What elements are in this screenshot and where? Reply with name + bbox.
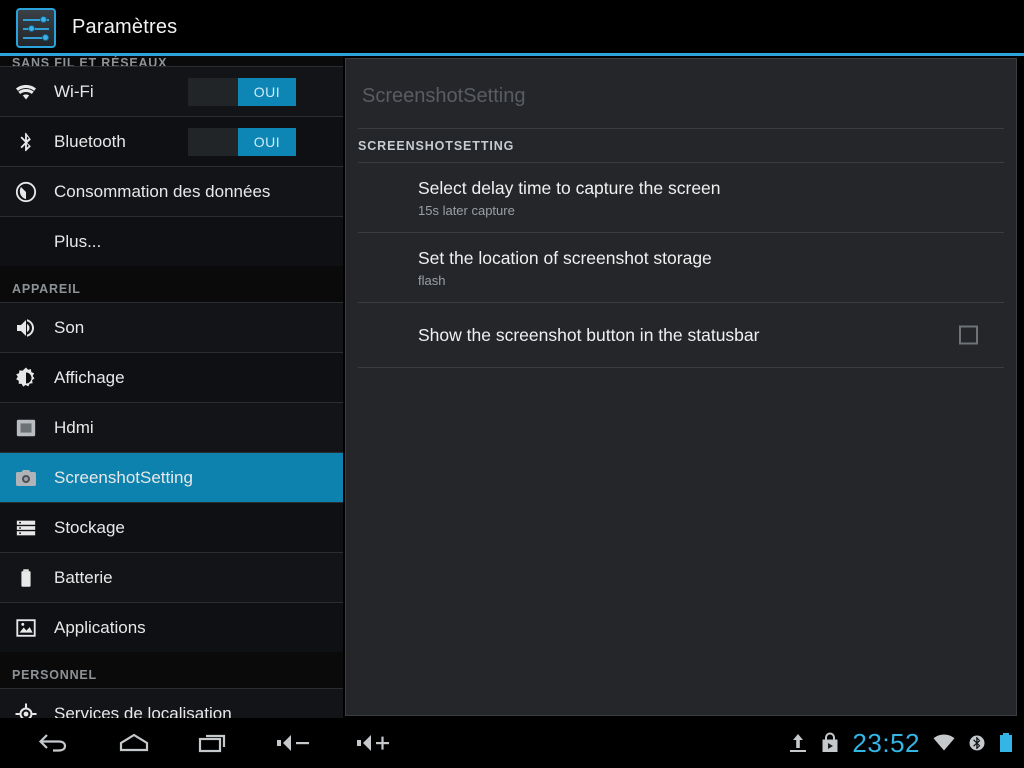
bluetooth-icon xyxy=(12,128,40,156)
wifi-icon xyxy=(12,78,40,106)
sidebar-section-device: APPAREIL xyxy=(12,282,81,296)
storage-icon xyxy=(12,514,40,542)
sidebar-item-label: Services de localisation xyxy=(54,703,232,719)
preferences-panel: ScreenshotSetting SCREENSHOTSETTING Sele… xyxy=(345,58,1017,716)
sidebar-item-data-usage[interactable]: Consommation des données xyxy=(0,167,343,216)
sidebar-item-label: Wi-Fi xyxy=(54,81,94,101)
sidebar-item-label: Stockage xyxy=(54,517,125,537)
sidebar-item-label: ScreenshotSetting xyxy=(54,467,193,487)
volume-down-icon[interactable] xyxy=(254,718,334,768)
sidebar-item-label: Batterie xyxy=(54,567,113,587)
display-brightness-icon xyxy=(12,364,40,392)
applications-icon xyxy=(12,614,40,642)
sidebar-item-storage[interactable]: Stockage xyxy=(0,503,343,552)
camera-icon xyxy=(12,464,40,492)
toggle-state-label: OUI xyxy=(238,127,296,156)
recents-icon[interactable] xyxy=(174,718,254,768)
toggle-state-label: OUI xyxy=(238,77,296,106)
settings-sidebar[interactable]: SANS FIL ET RÉSEAUX Wi-Fi OUI Bluetooth … xyxy=(0,56,343,718)
location-icon xyxy=(12,700,40,718)
show-screenshot-button-checkbox[interactable] xyxy=(959,325,978,345)
pref-screenshot-storage-location[interactable]: Set the location of screenshot storage f… xyxy=(346,233,1016,302)
sidebar-section-personal: PERSONNEL xyxy=(12,668,97,682)
divider xyxy=(358,367,1004,368)
settings-screen: Paramètres SANS FIL ET RÉSEAUX Wi-Fi OUI… xyxy=(0,0,1024,768)
sidebar-item-hdmi[interactable]: Hdmi xyxy=(0,403,343,452)
volume-up-icon[interactable] xyxy=(334,718,414,768)
pref-summary: flash xyxy=(418,273,446,288)
settings-sliders-icon xyxy=(16,7,56,48)
play-store-icon[interactable] xyxy=(820,732,840,754)
navigation-keys xyxy=(14,718,414,768)
battery-status-icon xyxy=(998,732,1014,754)
sidebar-item-label: Son xyxy=(54,317,85,337)
battery-icon xyxy=(12,564,40,592)
sidebar-item-applications[interactable]: Applications xyxy=(0,603,343,652)
pref-title: Show the screenshot button in the status… xyxy=(418,324,760,345)
sidebar-item-label: Affichage xyxy=(54,367,125,387)
data-usage-icon xyxy=(12,178,40,206)
page-title: Paramètres xyxy=(72,16,178,38)
sidebar-item-wifi[interactable]: Wi-Fi OUI xyxy=(0,67,343,116)
system-navigation-bar: 23:52 xyxy=(0,718,1024,768)
pref-select-delay-time[interactable]: Select delay time to capture the screen … xyxy=(346,163,1016,232)
wifi-toggle[interactable]: OUI xyxy=(188,77,296,106)
sidebar-item-label: Hdmi xyxy=(54,417,94,437)
action-bar: Paramètres xyxy=(0,0,1024,55)
pref-title: Set the location of screenshot storage xyxy=(418,248,712,268)
sidebar-item-location-services[interactable]: Services de localisation xyxy=(0,689,343,718)
back-icon[interactable] xyxy=(14,718,94,768)
pref-show-screenshot-button[interactable]: Show the screenshot button in the status… xyxy=(346,303,1016,367)
bluetooth-toggle[interactable]: OUI xyxy=(188,127,296,156)
home-icon[interactable] xyxy=(94,718,174,768)
sound-icon xyxy=(12,314,40,342)
sidebar-item-display[interactable]: Affichage xyxy=(0,353,343,402)
status-clock: 23:52 xyxy=(852,727,920,758)
sidebar-item-bluetooth[interactable]: Bluetooth OUI xyxy=(0,117,343,166)
sidebar-item-battery[interactable]: Batterie xyxy=(0,553,343,602)
hdmi-monitor-icon xyxy=(12,414,40,442)
pref-title: Select delay time to capture the screen xyxy=(418,178,721,198)
sidebar-item-label: Plus... xyxy=(54,231,102,251)
sidebar-section-wireless: SANS FIL ET RÉSEAUX xyxy=(12,56,168,66)
sidebar-item-sound[interactable]: Son xyxy=(0,303,343,352)
sidebar-item-more[interactable]: Plus... xyxy=(0,217,343,266)
sidebar-item-label: Bluetooth xyxy=(54,131,126,151)
bluetooth-status-icon xyxy=(968,733,986,753)
wifi-status-icon xyxy=(932,733,956,753)
status-icons: 23:52 xyxy=(788,728,1014,759)
preference-category-header: SCREENSHOTSETTING xyxy=(358,139,515,153)
sidebar-item-label: Applications xyxy=(54,617,146,637)
upload-icon[interactable] xyxy=(788,732,808,754)
sidebar-item-label: Consommation des données xyxy=(54,181,271,201)
panel-title: ScreenshotSetting xyxy=(362,85,526,107)
pref-summary: 15s later capture xyxy=(418,203,515,218)
sidebar-item-screenshotsetting[interactable]: ScreenshotSetting xyxy=(0,453,343,502)
